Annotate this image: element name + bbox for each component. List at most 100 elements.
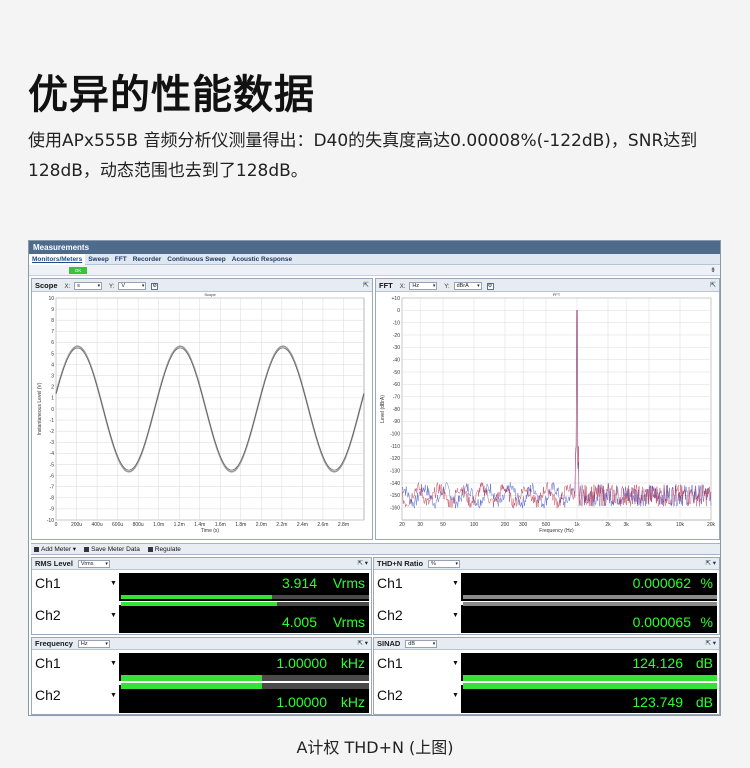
fft-x-tick-label: 20k [707,522,716,528]
rms-ch1-bar [121,595,369,599]
rms-ch1-label: Ch1 [35,575,61,591]
thd-ch2-row: Ch2 ▼ 0.000065 % [374,603,719,635]
scope-x-axis-label: Time (s) [201,528,219,534]
scope-x-tick-label: 400u [92,522,103,528]
add-meter-label: Add Meter [41,546,71,553]
tab-monitors-meters[interactable]: Monitors/Meters [29,253,86,265]
scope-y-tick-label: 10 [48,296,54,302]
scope-y-tick-label: -10 [47,518,54,524]
scope-x-tick-label: 2.0m [256,522,267,528]
thd-title: THD+N Ratio [377,559,424,568]
freq-unit-select[interactable]: Hz [77,640,110,649]
thd-unit-select[interactable]: % [428,560,460,569]
sinad-ch1-label: Ch1 [377,655,403,671]
tab-sweep[interactable]: Sweep [85,254,112,265]
freq-ch2-bar [121,683,369,689]
fft-y-tick-label: -90 [393,419,400,425]
scope-y-tick-label: -4 [50,451,55,457]
rms-unit-select[interactable]: Vrms [77,560,110,569]
fft-x-tick-label: 200 [501,522,510,528]
fft-expand-icon[interactable]: ⇱ [710,279,716,292]
sinad-header: SINAD dB ⇱ ▾ [374,638,719,650]
scope-y-unit-select[interactable]: V [118,282,147,291]
fft-y-tick-label: -70 [393,394,400,400]
scope-y-tick-label: -5 [50,462,55,468]
rms-ch2-unit: Vrms [332,614,365,630]
tab-continuous-sweep[interactable]: Continuous Sweep [164,254,229,265]
ok-status-badge[interactable]: OK [69,267,87,274]
add-meter-button[interactable]: Add Meter ▾ [34,544,76,554]
rms-window-icons[interactable]: ⇱ ▾ [357,558,368,570]
meter-toolbar: Add Meter ▾ Save Meter Data Regulate [31,543,720,555]
chevron-down-icon[interactable]: ▼ [110,612,117,619]
scope-x-unit-select[interactable]: s [74,282,103,291]
chevron-down-icon[interactable]: ▼ [452,692,459,699]
sinad-meter: SINAD dB ⇱ ▾ Ch1 ▼ 124.126 dB Ch2 ▼ 123.… [373,637,720,715]
freq-header: Frequency Hz ⇱ ▾ [32,638,371,650]
fft-x-tick-label: 50 [440,522,446,528]
pin-icon[interactable]: ⇟ [710,266,716,274]
regulate-button[interactable]: Regulate [147,544,181,554]
fft-y-tick-label: -80 [393,407,400,413]
fft-y-tick-label: -120 [390,456,400,462]
chevron-down-icon[interactable]: ▼ [452,660,459,667]
sinad-ch2-bar [463,683,717,689]
fft-y-tick-label: -130 [390,468,400,474]
freq-ch2-label: Ch2 [35,687,61,703]
chevron-down-icon[interactable]: ▼ [110,660,117,667]
freq-ch1-label: Ch1 [35,655,61,671]
fft-y-tick-label: 0 [397,308,400,314]
rms-ch1-unit: Vrms [332,575,365,591]
scope-y-tick-label: 7 [51,329,54,335]
fft-x-label: X: [399,284,406,290]
fft-x-unit-select[interactable]: Hz [409,282,438,291]
tab-fft[interactable]: FFT [112,254,130,265]
fft-y-tick-label: -110 [390,444,400,450]
fft-x-tick-label: 10k [676,522,685,528]
chevron-down-icon[interactable]: ▼ [452,612,459,619]
play-icon [147,546,153,552]
chevron-down-icon[interactable]: ▼ [110,692,117,699]
freq-ch2-value: 1.00000 [276,694,327,710]
rms-header: RMS Level Vrms ⇱ ▾ [32,558,371,570]
frequency-meter: Frequency Hz ⇱ ▾ Ch1 ▼ 1.00000 kHz Ch2 ▼… [31,637,372,715]
rms-ch2-label: Ch2 [35,607,61,623]
sinad-ch2-display: 123.749 dB [461,685,717,713]
scope-settings-icon[interactable]: ⚙ [151,282,159,290]
fft-x-tick-label: 30 [417,522,423,528]
fft-x-tick-label: 3k [623,522,629,528]
sinad-ch2-value: 123.749 [632,694,683,710]
freq-window-icons[interactable]: ⇱ ▾ [357,638,368,650]
scope-x-tick-label: 200u [71,522,82,528]
scope-y-tick-label: 0 [51,407,54,413]
page-description: 使用APx555B 音频分析仪测量得出：D40的失真度高达0.00008%(-1… [28,131,698,181]
scope-y-tick-label: 8 [51,318,54,324]
scope-x-tick-label: 1.8m [235,522,246,528]
chevron-down-icon[interactable]: ▼ [110,580,117,587]
sinad-ch1-value: 124.126 [632,655,683,671]
fft-x-tick-label: 100 [470,522,479,528]
chevron-down-icon[interactable]: ▼ [452,580,459,587]
thd-window-icons[interactable]: ⇱ ▾ [705,558,716,570]
fft-x-tick-label: 2k [605,522,611,528]
scope-y-tick-label: -2 [50,429,55,435]
scope-y-tick-label: -7 [50,485,55,491]
sinad-window-icons[interactable]: ⇱ ▾ [705,638,716,650]
rms-ch1-value: 3.914 [281,575,317,591]
fft-y-unit-select[interactable]: dBrA [453,282,482,291]
save-meter-data-button[interactable]: Save Meter Data [84,544,140,554]
fft-y-label: Y: [444,284,450,290]
tab-recorder[interactable]: Recorder [130,254,165,265]
thd-ch2-bar [463,602,717,606]
fft-title: FFT [379,281,393,290]
scope-expand-icon[interactable]: ⇱ [363,279,369,292]
fft-settings-icon[interactable]: ⚙ [486,282,494,290]
sinad-ch2-label: Ch2 [377,687,403,703]
freq-ch1-value: 1.00000 [276,655,327,671]
rms-title: RMS Level [35,559,73,568]
scope-title: Scope [35,281,58,290]
sinad-unit-select[interactable]: dB [405,640,438,649]
tab-acoustic-response[interactable]: Acoustic Response [229,254,295,265]
thd-ch1-label: Ch1 [377,575,403,591]
fft-x-tick-label: 20 [399,522,405,528]
